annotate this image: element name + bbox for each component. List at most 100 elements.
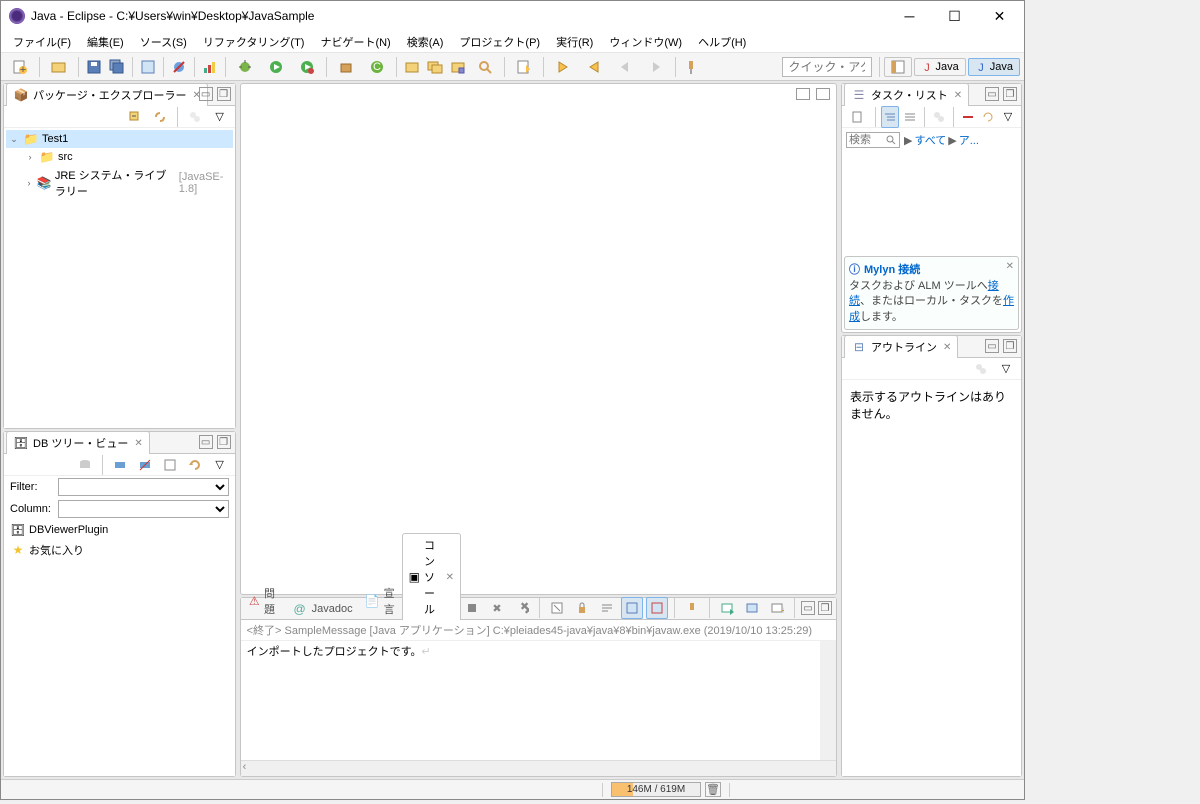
minimize-view-button[interactable]: ▭	[199, 87, 213, 101]
pin-console-button[interactable]	[681, 597, 703, 619]
focus-task-button[interactable]	[184, 106, 206, 128]
minimize-view-button[interactable]: ▭	[801, 601, 815, 615]
clear-console-button[interactable]	[546, 597, 568, 619]
menu-source[interactable]: ソース(S)	[132, 32, 195, 52]
twisty-icon[interactable]: ›	[24, 178, 34, 188]
toggle-button[interactable]	[137, 56, 159, 78]
scheduled-button[interactable]	[901, 106, 919, 128]
minimize-button[interactable]: ─	[887, 2, 932, 30]
heap-bar[interactable]: 146M / 619M	[611, 782, 701, 797]
select-console-button[interactable]	[741, 597, 763, 619]
scrollbar[interactable]	[820, 641, 836, 760]
save-button[interactable]	[83, 56, 105, 78]
run-button[interactable]	[261, 56, 291, 78]
filter-select[interactable]	[58, 478, 229, 496]
next-annotation-button[interactable]	[548, 56, 578, 78]
column-select[interactable]	[58, 500, 229, 518]
task-list-tab[interactable]: ☰ タスク・リスト ✕	[844, 83, 969, 106]
word-wrap-button[interactable]	[596, 597, 618, 619]
minimize-editor-button[interactable]	[796, 88, 810, 100]
problems-tab[interactable]: ⚠ 問題	[243, 582, 286, 620]
editor-area[interactable]	[240, 83, 837, 595]
new-task-button[interactable]	[846, 106, 870, 128]
view-menu-button[interactable]: ▽	[995, 358, 1017, 380]
twisty-icon[interactable]: ⌄	[8, 134, 20, 145]
new-console-button[interactable]: +	[766, 597, 788, 619]
save-all-button[interactable]	[106, 56, 128, 78]
gc-button[interactable]: 🗑	[705, 782, 721, 797]
open-task-button[interactable]	[447, 56, 469, 78]
view-menu-button[interactable]: ▽	[209, 454, 231, 476]
categorized-button[interactable]	[881, 106, 899, 128]
menu-navigate[interactable]: ナビゲート(N)	[312, 32, 398, 52]
menu-project[interactable]: プロジェクト(P)	[451, 32, 548, 52]
remove-all-button[interactable]: ✖✖	[511, 597, 533, 619]
menu-edit[interactable]: 編集(E)	[79, 32, 132, 52]
db-connect-button[interactable]	[109, 454, 131, 476]
focus-workweek-button[interactable]	[930, 106, 948, 128]
annotation-nav-button[interactable]	[509, 56, 539, 78]
javadoc-tab[interactable]: @ Javadoc	[286, 598, 359, 620]
search-button[interactable]	[470, 56, 500, 78]
show-console-button[interactable]	[621, 597, 643, 619]
debug-button[interactable]	[230, 56, 260, 78]
collapse-all-button[interactable]	[124, 106, 146, 128]
maximize-view-button[interactable]: ❐	[1003, 339, 1017, 353]
terminate-button[interactable]	[461, 597, 483, 619]
a-link[interactable]: ア...	[959, 132, 979, 148]
minimize-view-button[interactable]: ▭	[985, 339, 999, 353]
tree-favorites[interactable]: ★ お気に入り	[4, 540, 235, 560]
outline-tab[interactable]: ⊟ アウトライン ✕	[844, 335, 958, 358]
synchronize-button[interactable]	[979, 106, 997, 128]
view-menu-button[interactable]: ▽	[999, 106, 1017, 128]
run-last-button[interactable]	[292, 56, 322, 78]
java-perspective-1[interactable]: JJava	[914, 58, 966, 76]
maximize-view-button[interactable]: ❐	[217, 87, 231, 101]
task-list-body[interactable]	[842, 152, 1021, 254]
focus-button[interactable]	[970, 358, 992, 380]
db-tree-tab[interactable]: 🗄 DB ツリー・ビュー ✕	[6, 431, 150, 454]
view-menu-button[interactable]: ▽	[209, 106, 231, 128]
show-stdout-button[interactable]	[646, 597, 668, 619]
close-button[interactable]: ✕	[977, 2, 1022, 30]
open-perspective-button[interactable]	[884, 57, 912, 77]
all-link[interactable]: すべて	[914, 132, 946, 148]
menu-refactor[interactable]: リファクタリング(T)	[195, 32, 313, 52]
db-refresh-button[interactable]	[184, 454, 206, 476]
maximize-view-button[interactable]: ❐	[217, 435, 231, 449]
new-package-button[interactable]	[331, 56, 361, 78]
menu-help[interactable]: ヘルプ(H)	[690, 32, 754, 52]
java-perspective-2[interactable]: JJava	[968, 58, 1020, 76]
menu-file[interactable]: ファイル(F)	[5, 32, 79, 52]
pin-button[interactable]	[680, 56, 702, 78]
new-class-button[interactable]: C	[362, 56, 392, 78]
package-explorer-tree[interactable]: ⌄ 📁 Test1 › 📁 src › 📚 JRE システム・ライブラリー [J…	[4, 128, 235, 428]
console-output[interactable]: インポートしたプロジェクトです。↵	[241, 641, 820, 751]
db-sql-button[interactable]	[159, 454, 181, 476]
menu-search[interactable]: 検索(A)	[399, 32, 452, 52]
maximize-editor-button[interactable]	[816, 88, 830, 100]
minimize-view-button[interactable]: ▭	[199, 435, 213, 449]
back-button[interactable]	[610, 56, 640, 78]
tree-jre[interactable]: › 📚 JRE システム・ライブラリー [JavaSE-1.8]	[6, 166, 233, 200]
console-tab[interactable]: ▣ コンソール ✕	[402, 533, 461, 620]
open-type2-button[interactable]	[424, 56, 446, 78]
maximize-button[interactable]: ☐	[932, 2, 977, 30]
close-icon[interactable]: ✕	[954, 90, 962, 101]
remove-launch-button[interactable]: ✖	[486, 597, 508, 619]
package-explorer-tab[interactable]: 📦 パッケージ・エクスプローラー ✕	[6, 83, 208, 106]
scroll-lock-button[interactable]	[571, 597, 593, 619]
display-console-button[interactable]	[716, 597, 738, 619]
forward-button[interactable]	[641, 56, 671, 78]
horizontal-scrollbar[interactable]: ‹	[241, 760, 836, 776]
tree-project[interactable]: ⌄ 📁 Test1	[6, 130, 233, 148]
close-icon[interactable]: ✕	[134, 438, 142, 449]
maximize-view-button[interactable]: ❐	[818, 601, 832, 615]
quick-access-input[interactable]	[782, 57, 872, 77]
new-button[interactable]: +	[5, 56, 35, 78]
maximize-view-button[interactable]: ❐	[1003, 87, 1017, 101]
link-editor-button[interactable]	[149, 106, 171, 128]
twisty-icon[interactable]: ›	[24, 152, 36, 162]
menu-window[interactable]: ウィンドウ(W)	[601, 32, 690, 52]
skip-breakpoints-button[interactable]	[168, 56, 190, 78]
